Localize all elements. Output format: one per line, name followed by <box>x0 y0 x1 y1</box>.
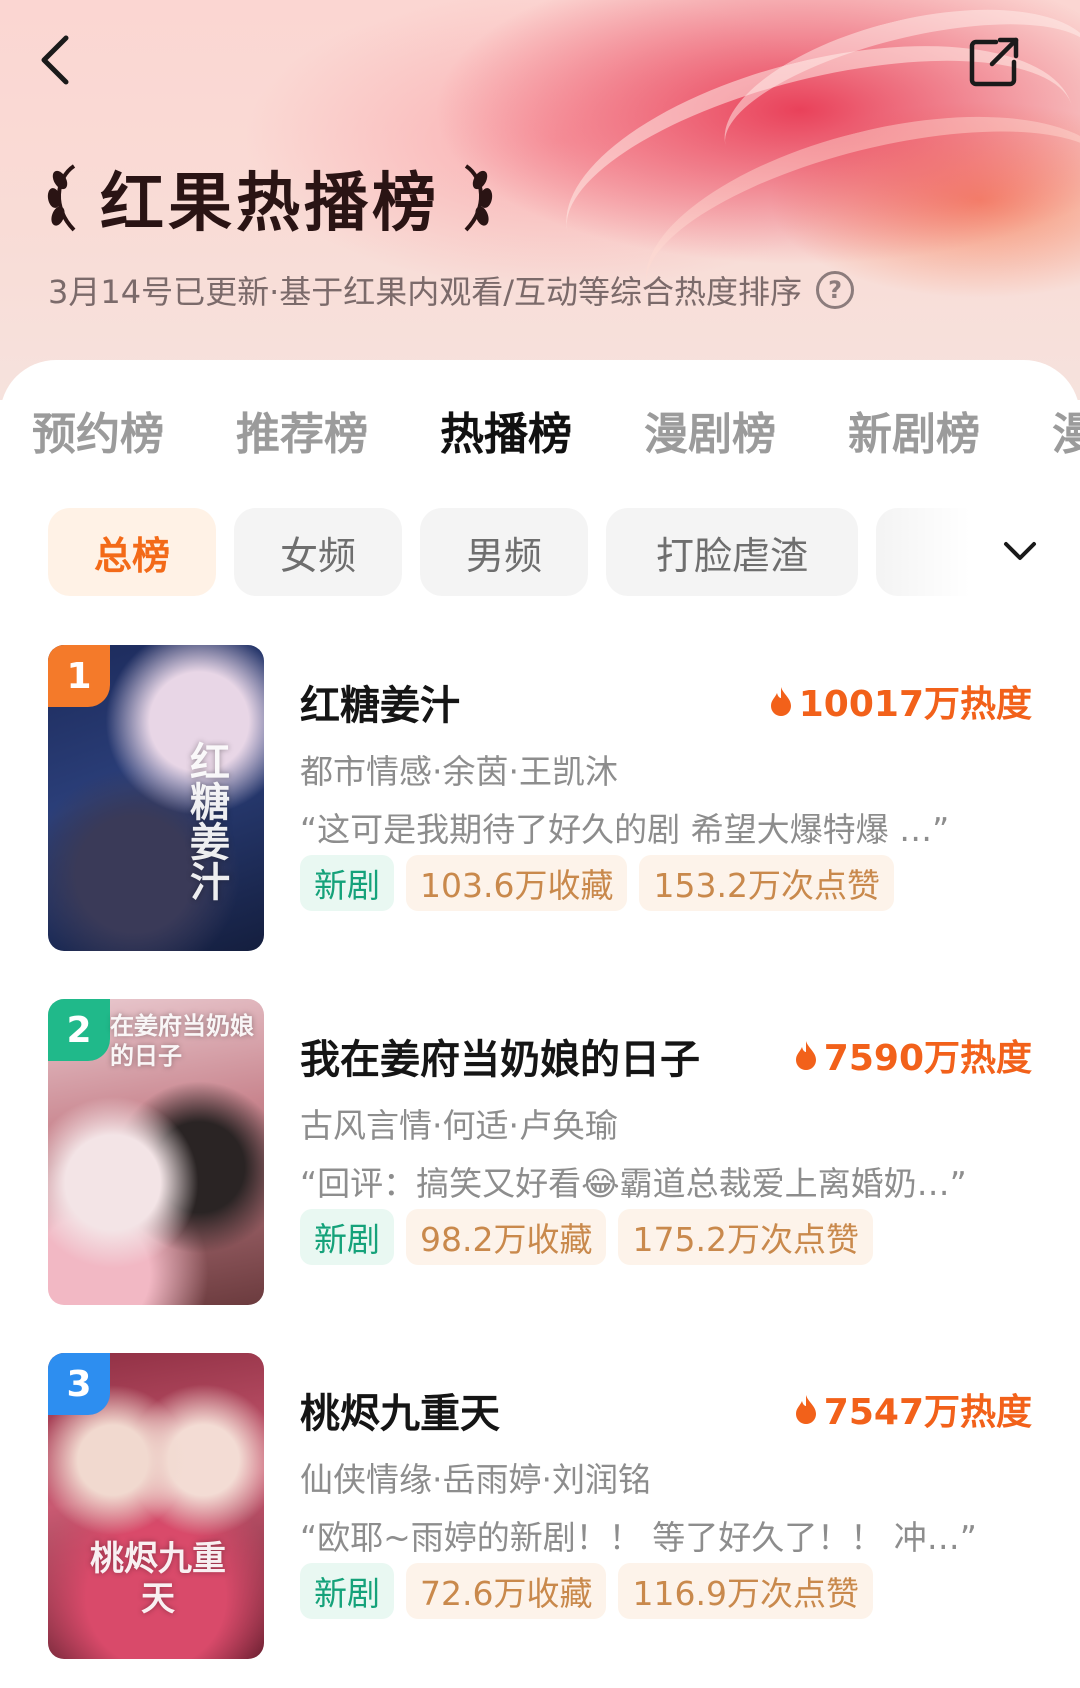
update-subtitle-row: 3月14号已更新·基于红果内观看/互动等综合热度排序 ? <box>48 268 855 312</box>
poster-title-art: 红糖姜汁 <box>183 741 230 901</box>
heat-score: 10017万热度 <box>769 675 1032 727</box>
page-title-group: 红果热播榜 <box>44 158 496 241</box>
poster-image[interactable]: 2 在姜府当奶娘的日子 <box>48 999 264 1305</box>
chip-male[interactable]: 男频 <box>420 508 588 596</box>
genre-cast: 仙侠情缘·岳雨婷·刘润铭 <box>300 1460 651 1499</box>
new-badge: 新剧 <box>300 1563 394 1619</box>
poster-title-art: 在姜府当奶娘的日子 <box>110 1011 254 1070</box>
laurel-right-icon <box>464 164 493 232</box>
drama-title[interactable]: 红糖姜汁 <box>300 673 460 731</box>
genre-cast: 古风言情·何适·卢奂瑜 <box>300 1106 618 1145</box>
chip-overall[interactable]: 总榜 <box>48 508 216 596</box>
poster-title-art: 桃烬九重天 <box>90 1539 226 1619</box>
tag-row: 新剧 98.2万收藏 175.2万次点赞 <box>300 1209 873 1265</box>
heat-value: 7547万热度 <box>823 1392 1032 1433</box>
poster-image[interactable]: 3 桃烬九重天 <box>48 1353 264 1659</box>
tab-comic[interactable]: 漫剧榜 <box>644 400 776 470</box>
list-item[interactable]: 2 在姜府当奶娘的日子 我在姜府当奶娘的日子 7590万热度 古风言情·何适·卢… <box>0 999 1080 1309</box>
tab-new[interactable]: 新剧榜 <box>848 400 980 470</box>
laurel-left-icon <box>47 164 76 232</box>
heat-value: 10017万热度 <box>798 684 1032 725</box>
page-title: 红果热播榜 <box>100 167 440 241</box>
back-arrow-icon[interactable] <box>28 30 88 90</box>
tab-reserve[interactable]: 预约榜 <box>32 400 164 470</box>
help-question-icon[interactable]: ? <box>816 271 855 309</box>
chip-face-slap[interactable]: 打脸虐渣 <box>606 508 858 596</box>
tab-hot[interactable]: 热播榜 <box>440 400 572 470</box>
likes-count: 175.2万次点赞 <box>618 1209 873 1265</box>
flame-icon <box>770 687 791 716</box>
flame-icon <box>795 1041 816 1070</box>
favorites-count: 72.6万收藏 <box>406 1563 607 1619</box>
favorites-count: 103.6万收藏 <box>406 855 628 911</box>
favorites-count: 98.2万收藏 <box>406 1209 607 1265</box>
list-item[interactable]: 1 红糖姜汁 红糖姜汁 10017万热度 都市情感·余茵·王凯沐 “这可是我期待… <box>0 645 1080 955</box>
ranking-tabs: 预约榜 推荐榜 热播榜 漫剧榜 新剧榜 漫 <box>0 400 1080 470</box>
review-quote: “回评：搞笑又好看😂霸道总裁爱上离婚奶…” <box>300 1164 967 1203</box>
rank-badge: 3 <box>48 1353 110 1415</box>
likes-count: 153.2万次点赞 <box>639 855 894 911</box>
review-quote: “这可是我期待了好久的剧 希望大爆特爆 …” <box>300 810 950 849</box>
heat-score: 7547万热度 <box>794 1383 1032 1435</box>
chips-fade-overlay <box>880 508 1080 596</box>
drama-title[interactable]: 桃烬九重天 <box>300 1381 500 1439</box>
tab-recommend[interactable]: 推荐榜 <box>236 400 368 470</box>
review-quote: “欧耶~雨婷的新剧！！ 等了好久了！！ 冲…” <box>300 1518 977 1557</box>
tab-partial[interactable]: 漫 <box>1052 400 1080 470</box>
poster-image[interactable]: 1 红糖姜汁 <box>48 645 264 951</box>
chip-female[interactable]: 女频 <box>234 508 402 596</box>
rank-badge: 1 <box>48 645 110 707</box>
update-subtitle: 3月14号已更新·基于红果内观看/互动等综合热度排序 <box>48 273 803 311</box>
heat-value: 7590万热度 <box>823 1038 1032 1079</box>
list-item[interactable]: 3 桃烬九重天 桃烬九重天 7547万热度 仙侠情缘·岳雨婷·刘润铭 “欧耶~雨… <box>0 1353 1080 1663</box>
new-badge: 新剧 <box>300 855 394 911</box>
genre-cast: 都市情感·余茵·王凯沐 <box>300 752 618 791</box>
likes-count: 116.9万次点赞 <box>618 1563 873 1619</box>
flame-icon <box>795 1395 816 1424</box>
rank-badge: 2 <box>48 999 110 1061</box>
share-icon[interactable] <box>966 34 1022 90</box>
tag-row: 新剧 72.6万收藏 116.9万次点赞 <box>300 1563 873 1619</box>
new-badge: 新剧 <box>300 1209 394 1265</box>
drama-title[interactable]: 我在姜府当奶娘的日子 <box>300 1027 700 1085</box>
chevron-down-icon[interactable] <box>1000 530 1040 570</box>
heat-score: 7590万热度 <box>794 1029 1032 1081</box>
tag-row: 新剧 103.6万收藏 153.2万次点赞 <box>300 855 894 911</box>
